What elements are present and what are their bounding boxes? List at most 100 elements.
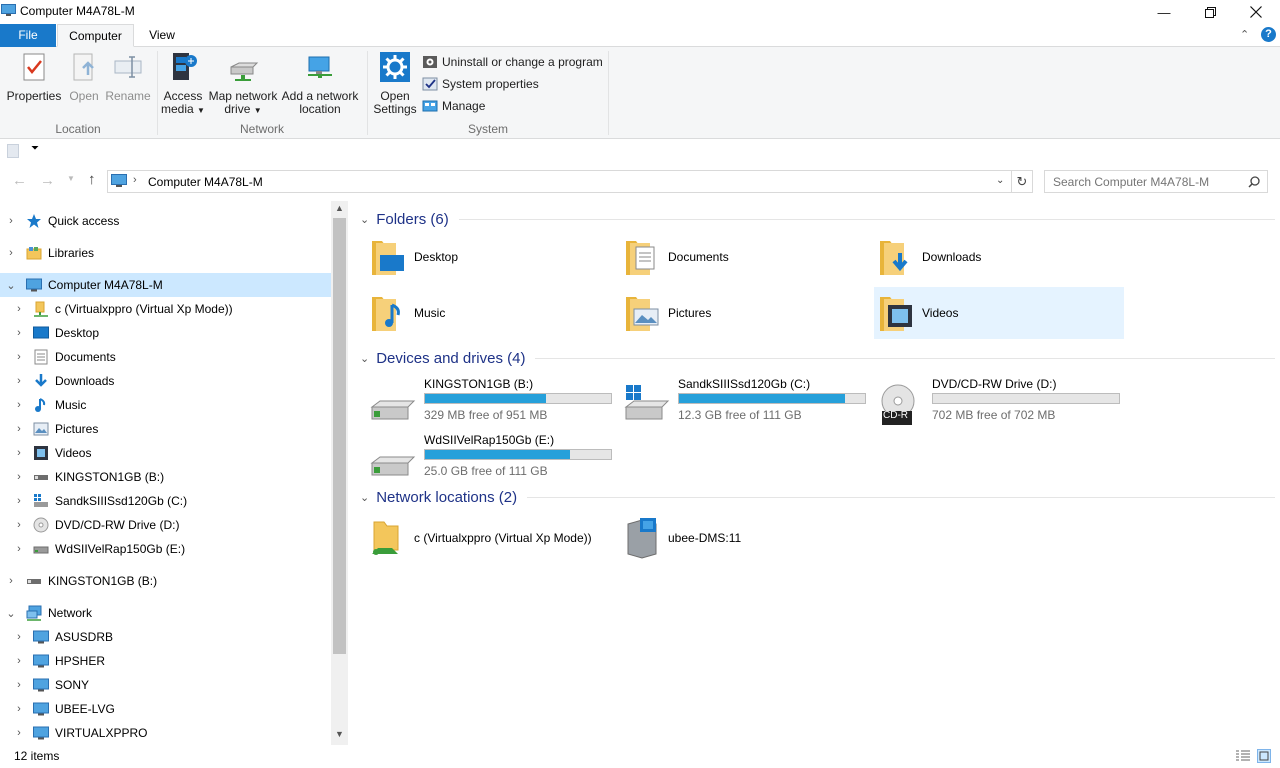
breadcrumb-chevron-icon[interactable]: › bbox=[133, 174, 137, 186]
system-properties-label: System properties bbox=[442, 77, 539, 91]
folder-downloads[interactable]: Downloads bbox=[876, 231, 1126, 283]
nav-network-computer[interactable]: › ASUSDRB bbox=[14, 625, 113, 649]
nav-computer-child[interactable]: › Downloads bbox=[14, 369, 114, 393]
tile-label: Desktop bbox=[414, 250, 459, 264]
nav-computer-child[interactable]: › Music bbox=[14, 393, 86, 417]
network-location-virtualxppro[interactable]: c (Virtualxppro (Virtual Xp Mode)) bbox=[368, 512, 618, 564]
nav-kingston[interactable]: › KINGSTON1GB (B:) bbox=[6, 569, 157, 593]
nav-computer-child[interactable]: › SandkSIIISsd120Gb (C:) bbox=[14, 489, 187, 513]
recent-locations-icon[interactable]: ▼ bbox=[67, 174, 75, 183]
open-button[interactable]: Open bbox=[64, 51, 104, 103]
up-arrow-icon[interactable]: ↑ bbox=[88, 171, 96, 188]
minimize-button[interactable]: — bbox=[1141, 0, 1187, 24]
chevron-right-icon[interactable]: › bbox=[6, 215, 16, 227]
breadcrumb-path[interactable]: Computer M4A78L-M bbox=[148, 175, 263, 189]
chevron-right-icon[interactable]: › bbox=[14, 471, 24, 483]
chevron-right-icon[interactable]: › bbox=[14, 303, 24, 315]
nav-computer-child[interactable]: › Pictures bbox=[14, 417, 98, 441]
chevron-right-icon[interactable]: › bbox=[14, 727, 24, 739]
qat-properties-icon[interactable] bbox=[7, 144, 19, 158]
nav-network-computer[interactable]: › UBEE-LVG bbox=[14, 697, 115, 721]
address-dropdown-icon[interactable]: ⌄ bbox=[996, 175, 1004, 186]
chevron-right-icon[interactable]: › bbox=[14, 351, 24, 363]
nav-network[interactable]: ⌄ Network bbox=[6, 601, 92, 625]
drive-dvd[interactable]: CD-R DVD/CD-RW Drive (D:) 702 MB free of 7… bbox=[878, 377, 1128, 429]
add-network-location-button[interactable]: Add a network location bbox=[281, 51, 359, 116]
nav-computer[interactable]: ⌄ Computer M4A78L-M bbox=[6, 273, 162, 297]
large-icons-view-icon[interactable] bbox=[1257, 749, 1271, 763]
chevron-right-icon[interactable]: › bbox=[14, 679, 24, 691]
refresh-button[interactable]: ↻ bbox=[1011, 170, 1033, 193]
chevron-right-icon[interactable]: › bbox=[14, 703, 24, 715]
drive-wd[interactable]: WdSIIVelRap150Gb (E:) 25.0 GB free of 111… bbox=[370, 433, 620, 485]
qat-customize-icon[interactable]: ⏷ bbox=[31, 143, 39, 154]
nav-network-computer[interactable]: › SONY bbox=[14, 673, 89, 697]
folder-desktop[interactable]: Desktop bbox=[368, 231, 618, 283]
nav-computer-child[interactable]: › WdSIIVelRap150Gb (E:) bbox=[14, 537, 185, 561]
chevron-right-icon[interactable]: › bbox=[14, 327, 24, 339]
chevron-right-icon[interactable]: › bbox=[14, 423, 24, 435]
details-view-icon[interactable] bbox=[1236, 750, 1250, 762]
scroll-down-icon[interactable]: ▼ bbox=[335, 729, 344, 739]
nav-label: Downloads bbox=[55, 374, 115, 388]
open-settings-button[interactable]: Open Settings bbox=[372, 51, 418, 116]
tab-computer[interactable]: Computer bbox=[57, 24, 134, 47]
nav-computer-child[interactable]: › KINGSTON1GB (B:) bbox=[14, 465, 164, 489]
chevron-right-icon[interactable]: › bbox=[6, 575, 16, 587]
drive-sandisk[interactable]: SandkSIIISsd120Gb (C:) 12.3 GB free of 11… bbox=[624, 377, 874, 429]
nav-computer-child[interactable]: › c (Virtualxppro (Virtual Xp Mode)) bbox=[14, 297, 233, 321]
uninstall-program-button[interactable]: Uninstall or change a program bbox=[422, 52, 603, 72]
chevron-down-icon[interactable]: ⌄ bbox=[360, 352, 369, 365]
chevron-right-icon[interactable]: › bbox=[14, 495, 24, 507]
chevron-down-icon[interactable]: ⌄ bbox=[360, 213, 369, 226]
section-network-locations[interactable]: ⌄ Network locations (2) bbox=[360, 489, 1275, 506]
map-network-drive-button[interactable]: Map network drive ▼ bbox=[207, 51, 279, 117]
chevron-right-icon[interactable]: › bbox=[14, 375, 24, 387]
chevron-down-icon[interactable]: ⌄ bbox=[6, 607, 16, 620]
collapse-ribbon-icon[interactable]: ⌃ bbox=[1240, 28, 1249, 41]
forward-arrow-icon[interactable]: → bbox=[40, 172, 55, 189]
folder-music[interactable]: Music bbox=[368, 287, 618, 339]
tab-file[interactable]: File bbox=[0, 24, 56, 47]
nav-scrollbar-thumb[interactable] bbox=[333, 218, 346, 654]
back-arrow-icon[interactable]: ← bbox=[12, 172, 27, 189]
folder-pictures[interactable]: Pictures bbox=[622, 287, 872, 339]
properties-button[interactable]: Properties bbox=[6, 51, 62, 103]
nav-quick-access[interactable]: › Quick access bbox=[6, 209, 119, 233]
nav-computer-child[interactable]: › DVD/CD-RW Drive (D:) bbox=[14, 513, 179, 537]
rename-button[interactable]: Rename bbox=[104, 51, 152, 103]
nav-computer-child[interactable]: › Videos bbox=[14, 441, 91, 465]
restore-button[interactable] bbox=[1187, 0, 1233, 24]
system-properties-button[interactable]: System properties bbox=[422, 74, 539, 94]
help-icon[interactable]: ? bbox=[1261, 27, 1276, 42]
section-folders[interactable]: ⌄ Folders (6) bbox=[360, 211, 1275, 228]
scroll-up-icon[interactable]: ▲ bbox=[335, 203, 344, 213]
section-devices[interactable]: ⌄ Devices and drives (4) bbox=[360, 350, 1275, 367]
chevron-right-icon[interactable]: › bbox=[14, 655, 24, 667]
nav-network-computer[interactable]: › VIRTUALXPPRO bbox=[14, 721, 147, 745]
folder-videos[interactable]: Videos bbox=[876, 287, 1126, 339]
search-input[interactable] bbox=[1053, 174, 1243, 190]
manage-button[interactable]: Manage bbox=[422, 96, 485, 116]
nav-network-computer[interactable]: › HPSHER bbox=[14, 649, 105, 673]
network-location-ubee[interactable]: ubee-DMS:11 bbox=[622, 512, 872, 564]
tab-view[interactable]: View bbox=[134, 24, 190, 47]
nav-computer-child[interactable]: › Documents bbox=[14, 345, 116, 369]
access-media-button[interactable]: Access media ▼ bbox=[160, 51, 206, 117]
nav-computer-child[interactable]: › Desktop bbox=[14, 321, 99, 345]
chevron-right-icon[interactable]: › bbox=[14, 399, 24, 411]
chevron-right-icon[interactable]: › bbox=[14, 519, 24, 531]
folder-documents[interactable]: Documents bbox=[622, 231, 872, 283]
chevron-right-icon[interactable]: › bbox=[14, 447, 24, 459]
nav-libraries[interactable]: › Libraries bbox=[6, 241, 94, 265]
address-bar[interactable]: › Computer M4A78L-M ⌄ bbox=[107, 170, 1012, 193]
chevron-right-icon[interactable]: › bbox=[6, 247, 16, 259]
chevron-down-icon[interactable]: ⌄ bbox=[360, 491, 369, 504]
chevron-right-icon[interactable]: › bbox=[14, 543, 24, 555]
drive-kingston[interactable]: KINGSTON1GB (B:) 329 MB free of 951 MB bbox=[370, 377, 620, 429]
search-icon[interactable] bbox=[1248, 176, 1260, 188]
chevron-down-icon[interactable]: ⌄ bbox=[6, 279, 16, 292]
close-button[interactable] bbox=[1233, 0, 1279, 24]
tile-label: Music bbox=[414, 306, 446, 320]
chevron-right-icon[interactable]: › bbox=[14, 631, 24, 643]
